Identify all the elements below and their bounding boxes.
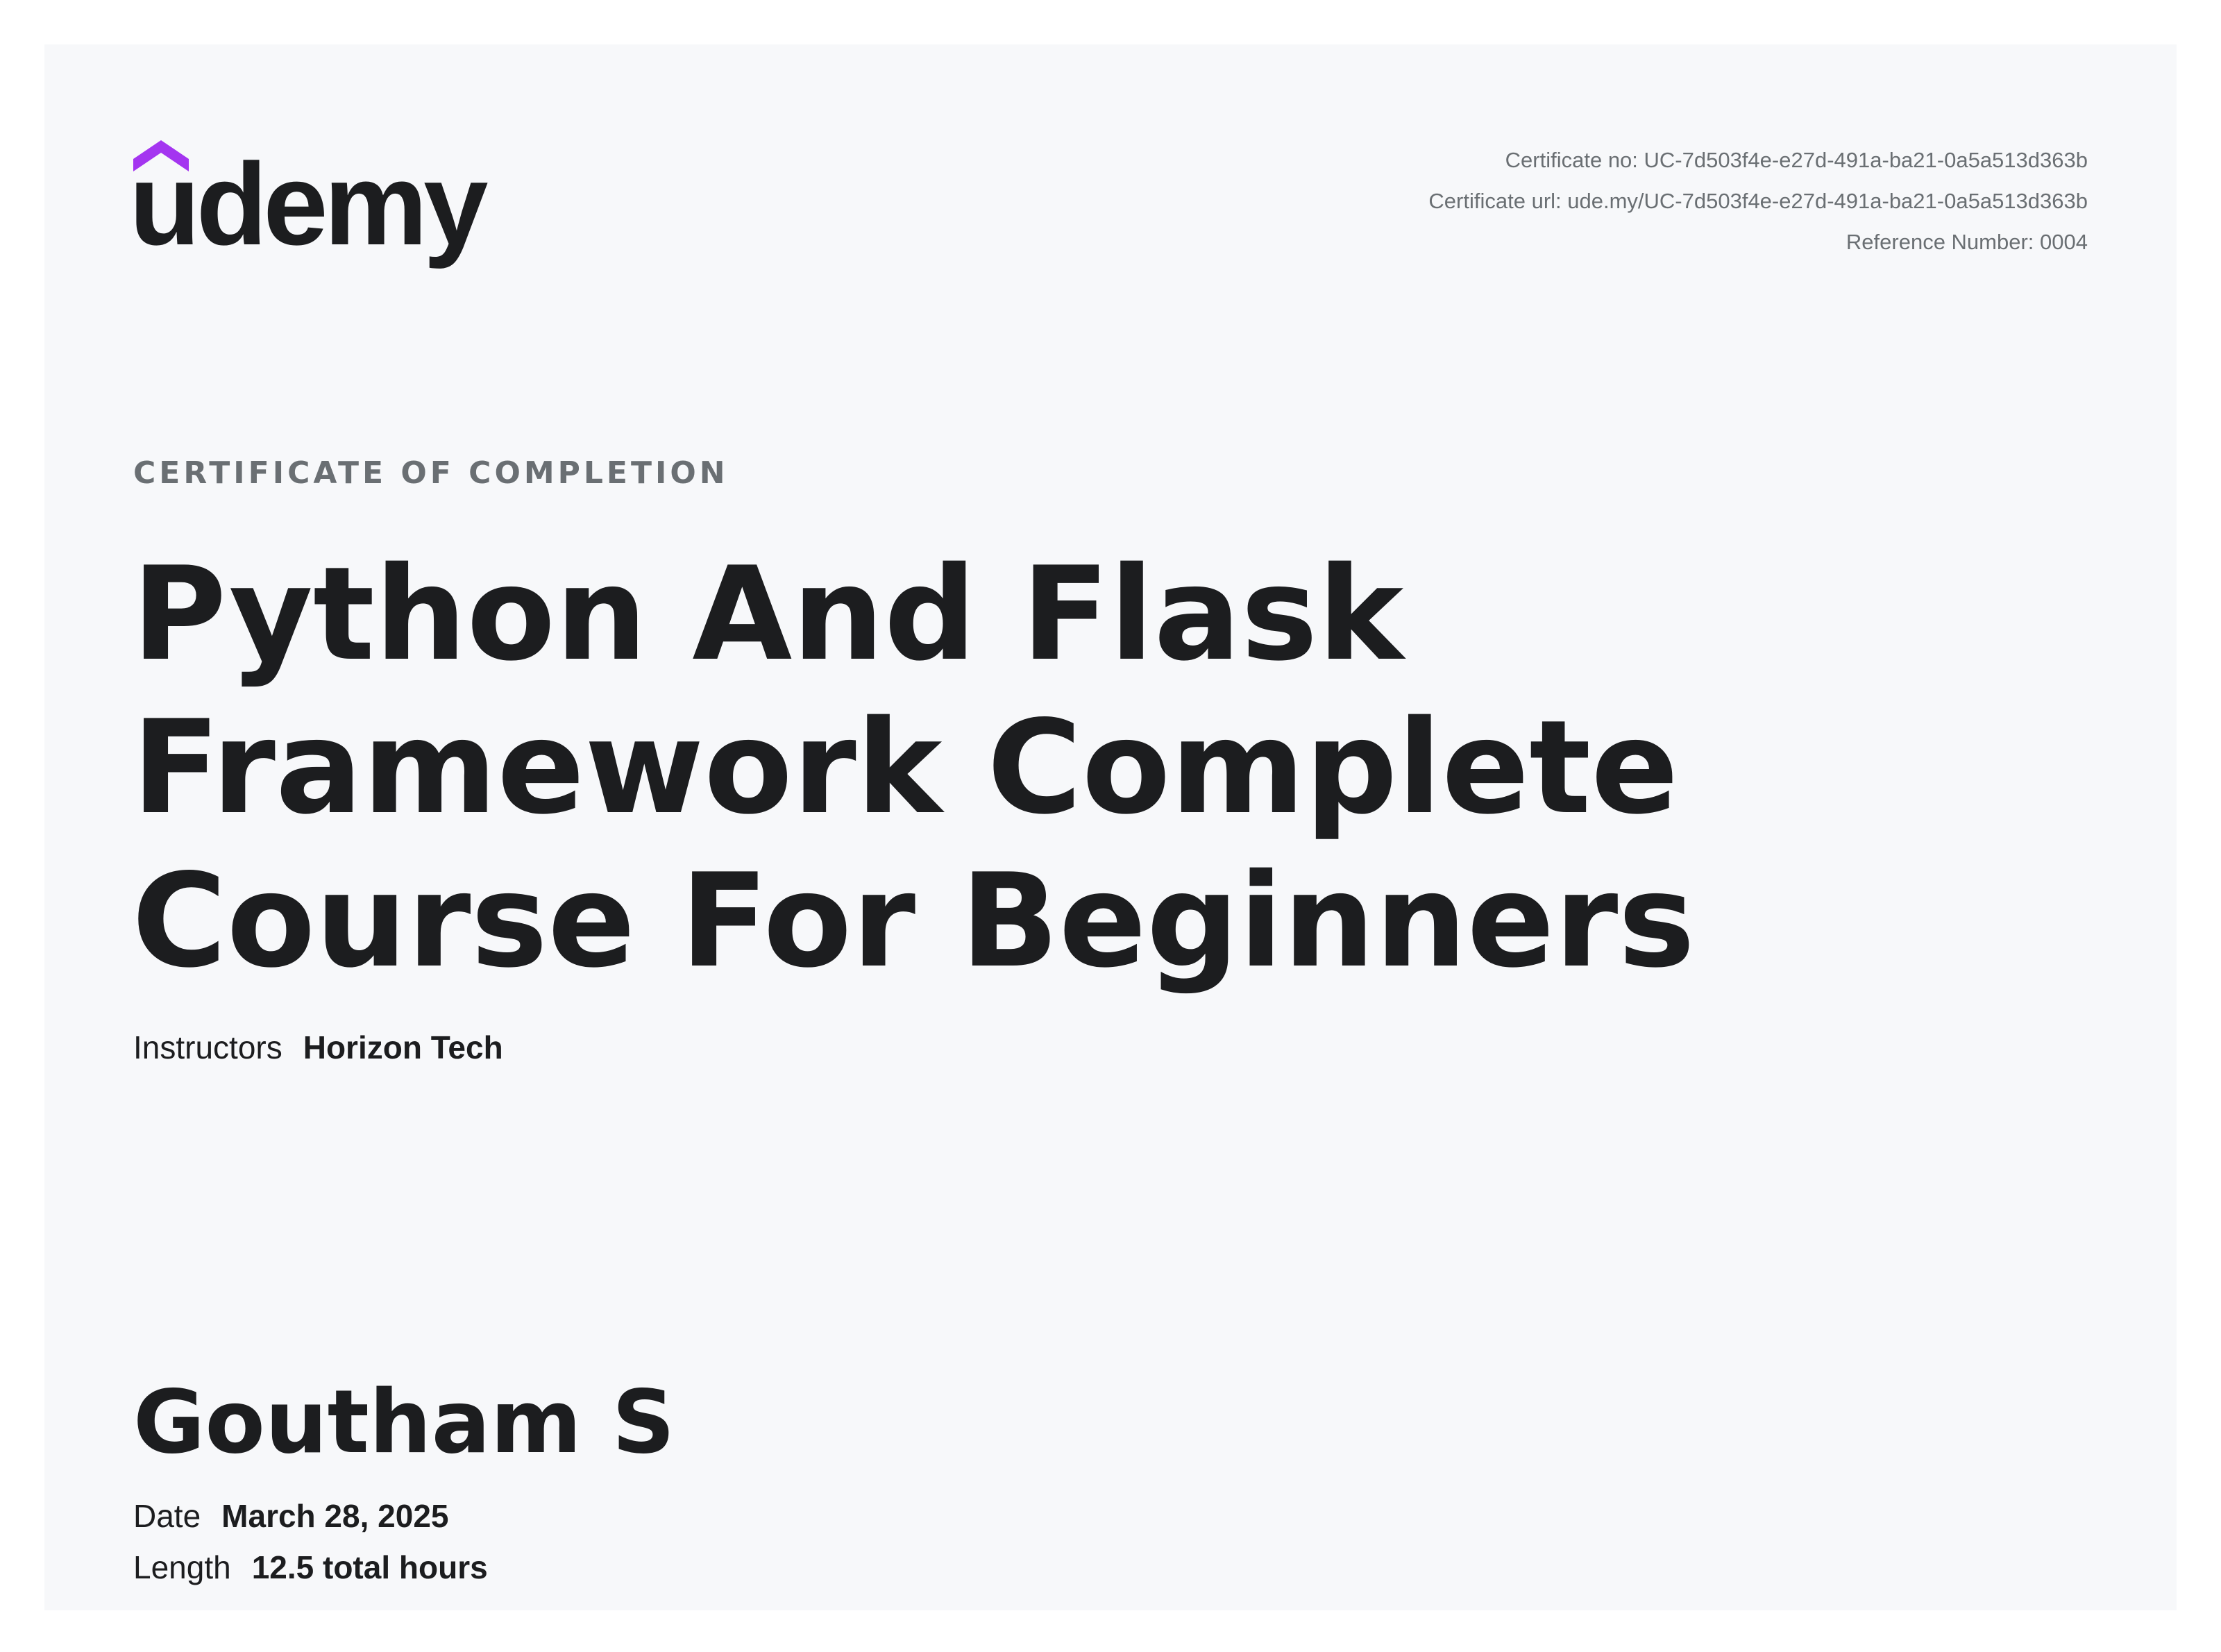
course-title-line: Python And Flask [132,539,1404,689]
date-label: Date [133,1498,201,1534]
certificate-url[interactable]: Certificate url: ude.my/UC-7d503f4e-e27d… [1428,180,2088,221]
certificate-metadata: Certificate no: UC-7d503f4e-e27d-491a-ba… [1428,140,2088,262]
date-value: March 28, 2025 [221,1498,449,1534]
length-label: Length [133,1549,231,1585]
date-row: Date March 28, 2025 [133,1497,449,1535]
certificate-card: udemy Certificate no: UC-7d503f4e-e27d-4… [44,44,2177,1610]
course-title: Python And Flask Framework Complete Cour… [132,537,1936,997]
course-title-line: Framework Complete [132,692,1679,843]
instructors-value: Horizon Tech [303,1029,503,1065]
recipient-name: Goutham S [133,1371,675,1473]
udemy-logo: udemy [133,133,494,317]
course-title-line: Course For Beginners [132,845,1696,996]
instructors-row: Instructors Horizon Tech [133,1029,503,1066]
instructors-label: Instructors [133,1029,282,1065]
logo-wordmark: udemy [133,139,488,269]
length-row: Length 12.5 total hours [133,1549,488,1586]
length-value: 12.5 total hours [251,1549,488,1585]
certificate-heading: CERTIFICATE OF COMPLETION [133,455,729,491]
certificate-number: Certificate no: UC-7d503f4e-e27d-491a-ba… [1505,148,2088,172]
udemy-logo-graphic: udemy [133,139,492,269]
reference-number: Reference Number: 0004 [1846,230,2088,254]
